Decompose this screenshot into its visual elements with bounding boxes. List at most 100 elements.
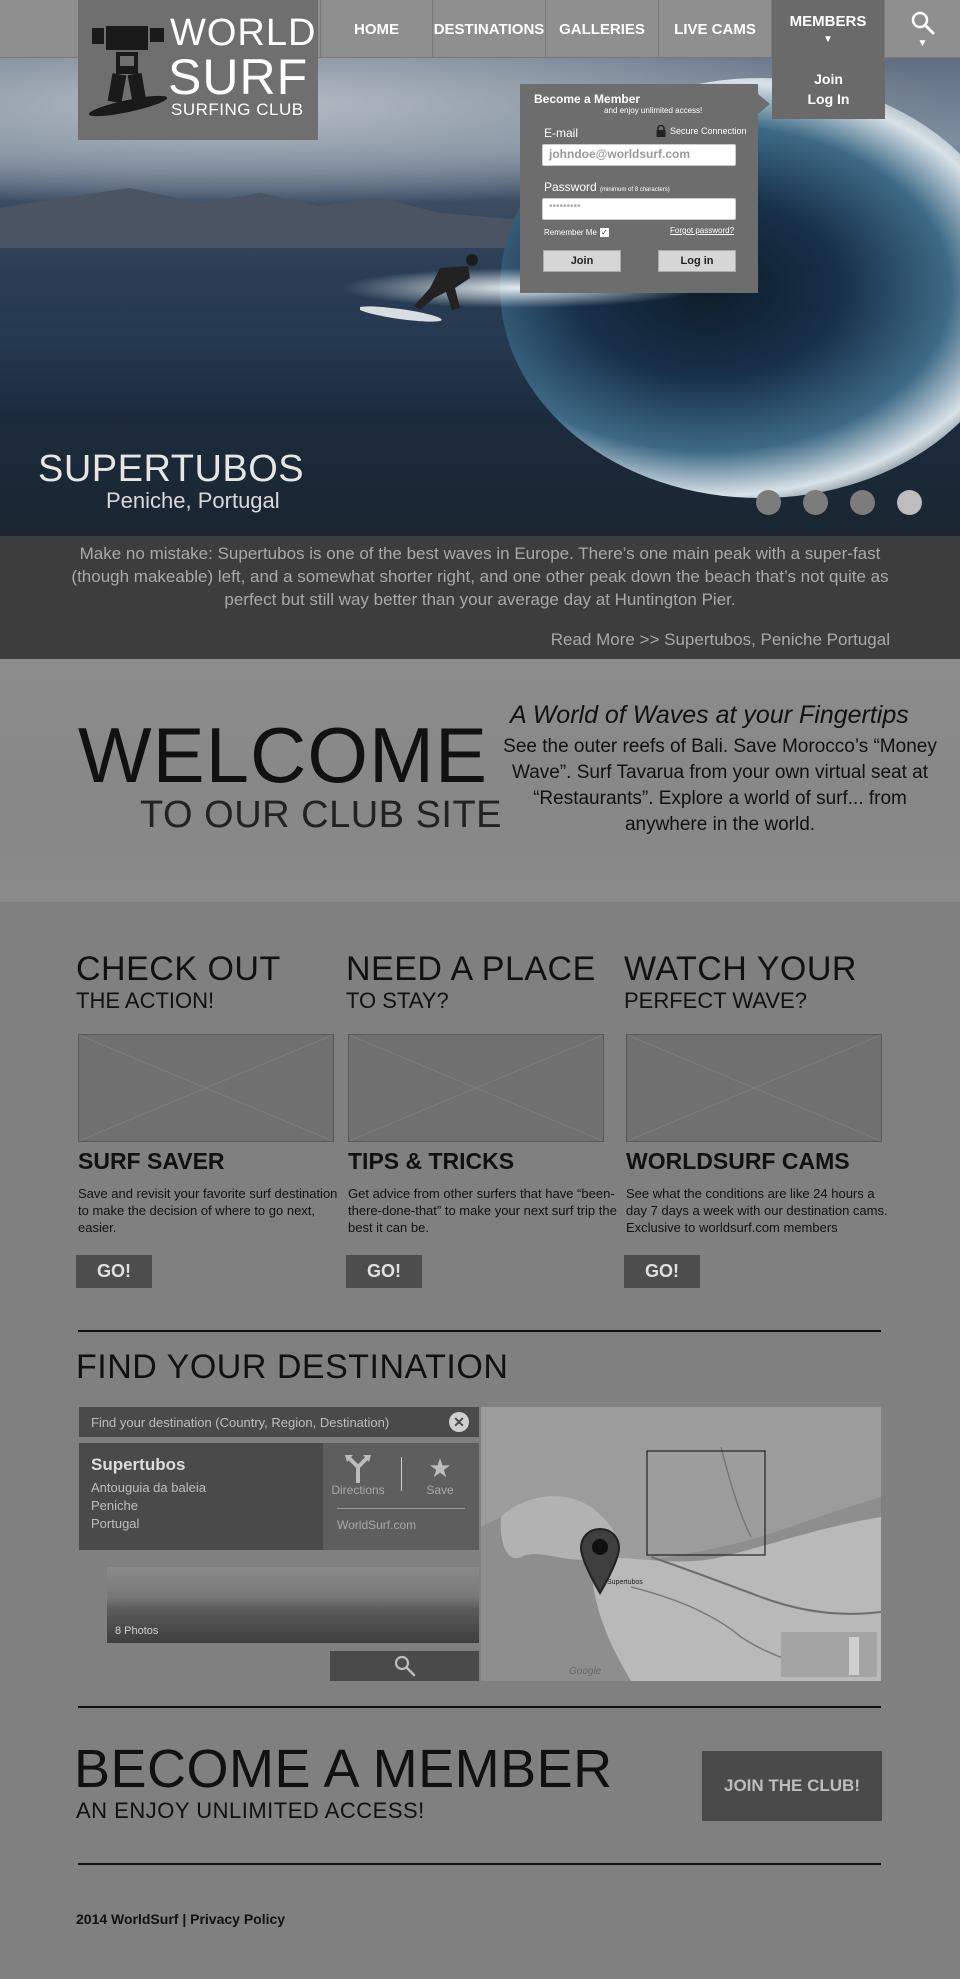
search-result-card[interactable]: Supertubos Antouguia da baleia Peniche P… [79,1443,479,1550]
result-photo-strip[interactable]: 8 Photos [107,1567,479,1643]
directions-label: Directions [331,1483,385,1497]
nav-live-cams-label: LIVE CAMS [674,20,756,38]
login-panel: Become a Member and enjoy unlimited acce… [520,84,770,293]
map-place-label: Supertubos [607,1579,643,1586]
secure-connection-label: Secure Connection [670,126,747,136]
search-icon [394,1655,415,1677]
nav-live-cams[interactable]: LIVE CAMS [659,0,772,58]
slider-dot-active[interactable] [897,490,922,515]
email-label: E-mail [544,126,579,140]
slider-dot[interactable] [803,490,828,515]
login-subtitle: and enjoy unlimited access! [604,106,703,115]
read-more-link[interactable]: Read More >> Supertubos, Peniche Portuga… [551,630,890,650]
nav-home[interactable]: HOME [320,0,433,58]
result-address: Antouguia da baleia Peniche Portugal [91,1479,206,1533]
feature-heading: CHECK OUT [76,950,281,988]
find-destination-title: FIND YOUR DESTINATION [76,1348,509,1386]
join-club-button[interactable]: JOIN THE CLUB! [702,1751,882,1821]
nav-members[interactable]: MEMBERS ▼ [772,0,885,58]
hero-caption: Make no mistake: Supertubos is one of th… [0,536,960,659]
secure-connection: Secure Connection [656,125,747,137]
hero-surfer [360,254,478,322]
result-name: Supertubos [91,1455,186,1474]
result-address-line: Portugal [91,1516,140,1531]
nav-galleries[interactable]: GALLERIES [546,0,659,58]
feature-surf-saver: CHECK OUT THE ACTION! SURF SAVER Save an… [76,950,346,1288]
feature-title: WORLDSURF CAMS [626,1148,850,1174]
hero-subtitle: Peniche, Portugal [106,488,280,513]
login-button[interactable]: Log in [658,250,736,272]
remember-me-checkbox[interactable]: ✓ [599,228,609,237]
close-icon[interactable]: ✕ [449,1412,469,1432]
destination-map[interactable]: Supertubos Google [481,1407,881,1681]
search-icon [911,11,934,34]
directions-button[interactable]: Directions [323,1453,393,1497]
welcome-text: See the outer reefs of Bali. Save Morocc… [503,736,937,835]
password-field[interactable]: ••••••••• [542,198,736,220]
nav-destinations-label: DESTINATIONS [433,20,545,38]
become-member-heading: BECOME A MEMBER [74,1739,613,1799]
nav-members-label: MEMBERS [789,13,867,30]
directions-icon [345,1455,371,1483]
nav-destinations[interactable]: DESTINATIONS [433,0,546,58]
forgot-password-link[interactable]: Forgot password? [670,226,734,235]
members-join-link[interactable]: Join [814,71,843,87]
remember-me-label: Remember Me [544,228,597,237]
welcome-tagline: A World of Waves at your Fingertips [510,701,909,729]
chevron-down-icon: ▼ [917,37,928,49]
go-button[interactable]: GO! [346,1255,422,1288]
save-label: Save [426,1483,454,1497]
actions-divider [401,1457,402,1491]
go-button[interactable]: GO! [624,1255,700,1288]
image-placeholder [78,1034,334,1142]
footer-text: 2014 WorldSurf | Privacy Policy [76,1911,286,1927]
feature-subheading: PERFECT WAVE? [624,988,807,1013]
feature-title: SURF SAVER [78,1148,225,1174]
members-login-link[interactable]: Log In [808,91,850,107]
password-label-text: Password [544,180,597,194]
actions-divider [337,1508,465,1509]
remember-me[interactable]: Remember Me ✓ [544,228,609,237]
become-member-subheading: AN ENJOY UNLIMITED ACCESS! [76,1798,425,1823]
destination-search-input[interactable]: Find your destination (Country, Region, … [79,1407,479,1437]
welcome-subheading: TO OUR CLUB SITE [140,794,503,836]
result-address-line: Peniche [91,1498,138,1513]
surfer-logo-icon [88,26,168,117]
feature-subheading: THE ACTION! [76,988,215,1013]
go-button[interactable]: GO! [76,1255,152,1288]
slider-dots [756,490,922,515]
chevron-down-icon: ▼ [823,34,833,45]
feature-tips-tricks: NEED A PLACE TO STAY? TIPS & TRICKS Get … [346,950,617,1288]
result-info: Supertubos Antouguia da baleia Peniche P… [79,1443,323,1550]
hero-description: Make no mistake: Supertubos is one of th… [71,544,889,609]
slider-dot[interactable] [850,490,875,515]
logo-tagline: SURFING CLUB [171,100,304,119]
members-dropdown: Join Log In [772,58,885,119]
login-title: Become a Member [534,92,641,106]
star-icon: ★ [428,1453,452,1483]
welcome-heading: WELCOME [78,711,489,799]
nav-search-button[interactable]: ▼ [885,0,960,58]
result-site-link[interactable]: WorldSurf.com [337,1518,416,1532]
result-actions: Directions ★ Save WorldSurf.com [323,1443,479,1550]
image-placeholder [348,1034,604,1142]
section-divider [78,1706,881,1708]
email-field[interactable]: johndoe@worldsurf.com [542,144,736,166]
feature-subheading: TO STAY? [346,988,449,1013]
destination-search-button[interactable] [330,1651,479,1681]
feature-text: Get advice from other surfers that have … [348,1186,617,1235]
logo-word-world: WORLD [170,12,317,54]
feature-heading: NEED A PLACE [346,950,596,988]
logo[interactable]: WORLD SURF SURFING CLUB [78,0,318,140]
destination-search-placeholder: Find your destination (Country, Region, … [91,1414,390,1430]
photo-count: 8 Photos [115,1625,159,1637]
feature-heading: WATCH YOUR [624,950,857,988]
logo-word-surf: SURF [168,49,309,105]
join-button[interactable]: Join [543,250,621,272]
slider-dot[interactable] [756,490,781,515]
password-label: Password (minimum of 8 characters) [544,180,670,194]
welcome-section: WELCOME TO OUR CLUB SITE A World of Wave… [0,659,960,902]
feature-title: TIPS & TRICKS [348,1148,515,1174]
save-button[interactable]: ★ Save [405,1453,475,1497]
section-divider [78,1330,881,1332]
